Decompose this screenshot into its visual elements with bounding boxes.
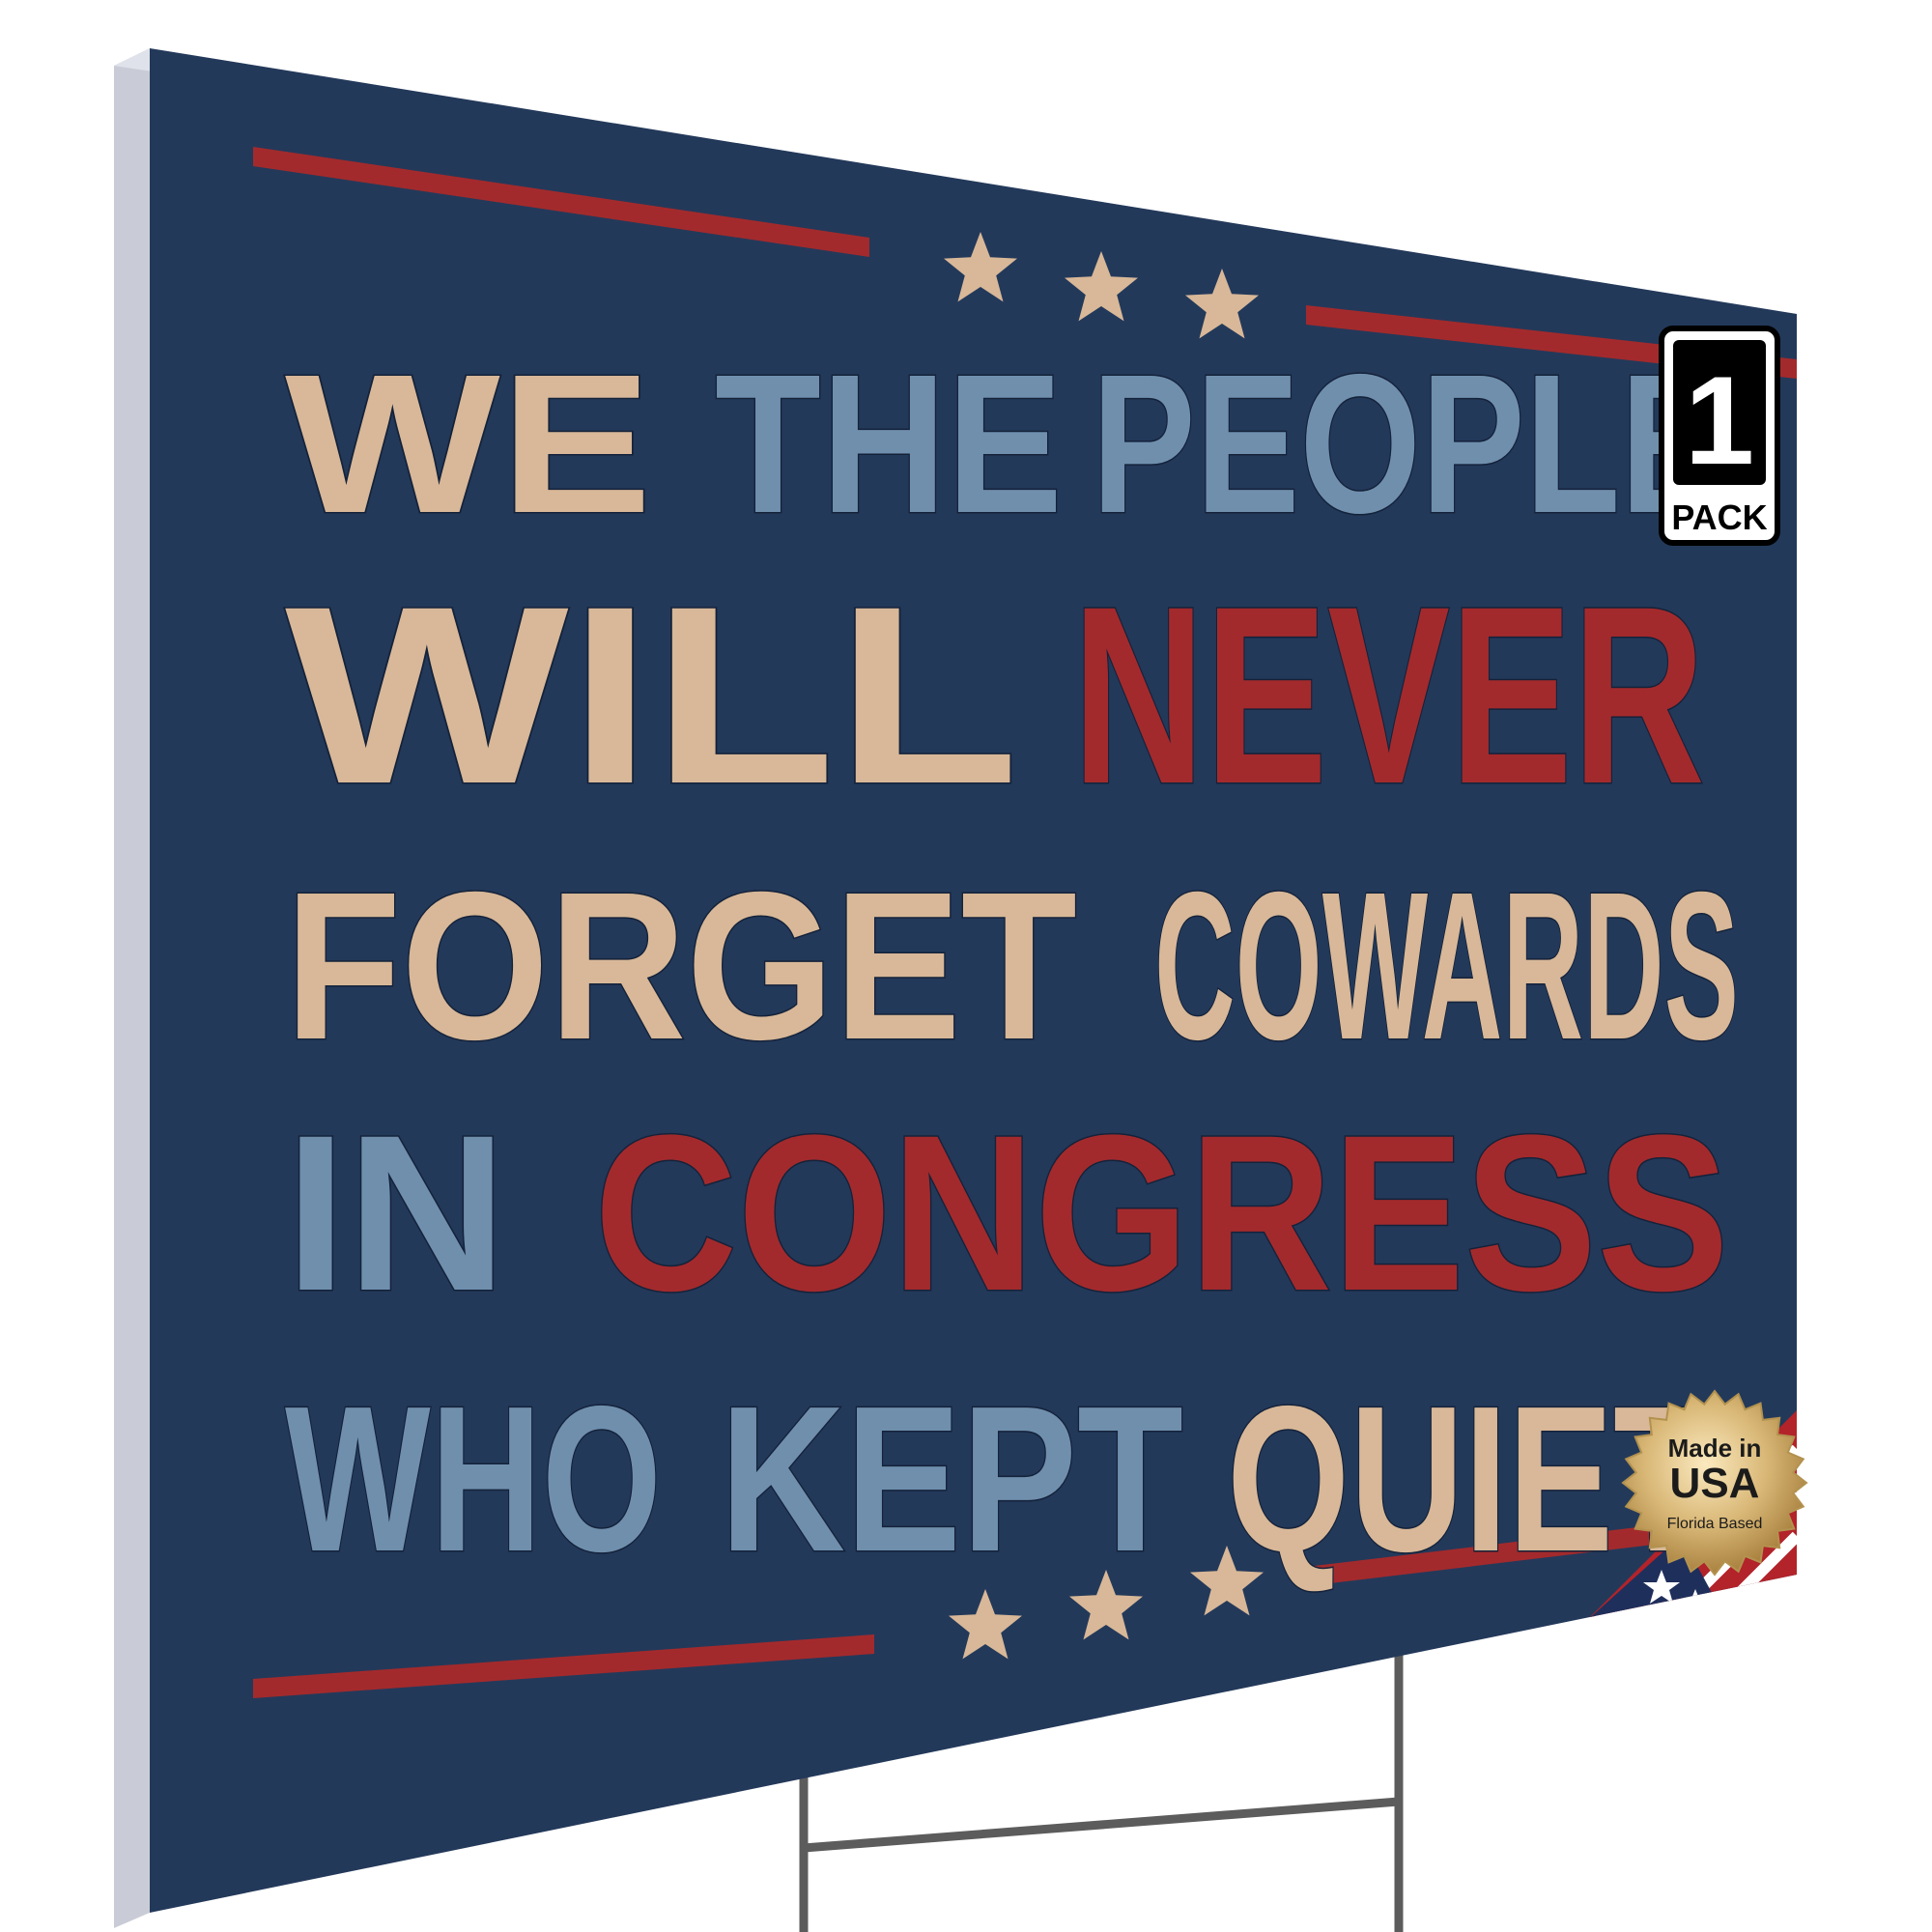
slogan-word-will: WILL (285, 554, 1019, 837)
slogan-word-kept: KEPT (720, 1362, 1183, 1595)
seal-line-1: Made in (1668, 1434, 1762, 1463)
slogan-word-who: WHO (285, 1362, 662, 1595)
made-in-usa-seal: Made in USA Florida Based (1621, 1389, 1808, 1577)
slogan-word-congress: CONGRESS (594, 1089, 1729, 1337)
pack-number: 1 (1685, 350, 1754, 491)
slogan-word-the: THE (715, 333, 1063, 554)
slogan-word-people: PEOPLE (1092, 333, 1724, 554)
slogan-word-never: NEVER (1072, 554, 1705, 837)
seal-line-3: Florida Based (1667, 1516, 1763, 1532)
pack-badge: 1 PACK (1659, 326, 1780, 546)
slogan-word-in: IN (285, 1089, 507, 1337)
pack-label: PACK (1671, 497, 1767, 537)
slogan-word-we: WE (285, 333, 652, 554)
slogan: WE THE PEOPLE WILL NEVERFORGET COWARDS IN CONGR… (284, 332, 1741, 1597)
seal-line-2: USA (1670, 1460, 1760, 1507)
slogan-word-cowards: COWARDS (1154, 849, 1739, 1084)
board-edge (114, 48, 150, 1928)
yard-sign-scene: WE THE PEOPLE WILL NEVERFORGET COWARDS IN CONGR… (114, 48, 1808, 1932)
slogan-word-forget: FORGET (285, 849, 1077, 1084)
